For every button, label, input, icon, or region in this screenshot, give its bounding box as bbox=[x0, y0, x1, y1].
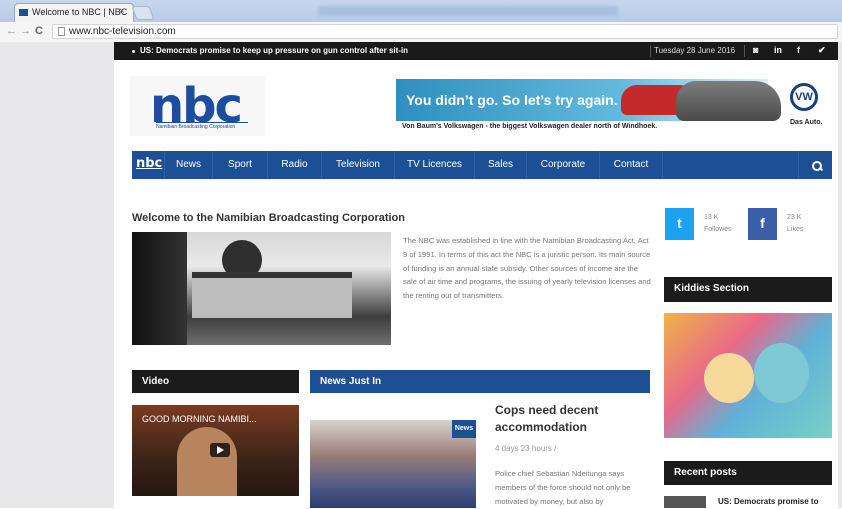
recent-post-link[interactable]: US: Democrats promise to bbox=[718, 496, 832, 507]
kiddies-cartoon-image[interactable] bbox=[664, 313, 832, 438]
twitter-bird-icon: t bbox=[677, 215, 682, 231]
nav-item-radio[interactable]: Radio bbox=[267, 151, 321, 179]
news-article-title[interactable]: Cops need decent accommodation bbox=[495, 402, 645, 436]
current-date: Tuesday 28 June 2016 bbox=[654, 46, 736, 55]
facebook-count: 23 K bbox=[787, 214, 802, 221]
recent-posts-header: Recent posts bbox=[664, 461, 832, 485]
search-icon-handle bbox=[818, 166, 824, 172]
kiddies-section-header: Kiddies Section bbox=[664, 277, 832, 302]
right-gutter bbox=[838, 42, 842, 508]
nav-home-logo[interactable]: nbc bbox=[136, 156, 162, 171]
twitter-icon[interactable]: ✔ bbox=[818, 45, 826, 56]
facebook-label: Likes bbox=[787, 226, 804, 233]
reload-icon[interactable]: C bbox=[35, 25, 43, 37]
page-icon bbox=[58, 27, 65, 36]
back-arrow-icon[interactable]: ← bbox=[6, 25, 17, 37]
browser-tab[interactable]: Welcome to NBC | NBC × bbox=[14, 3, 134, 22]
nav-item-corporate[interactable]: Corporate bbox=[526, 151, 599, 179]
new-tab-button[interactable] bbox=[131, 6, 155, 20]
photo-foliage bbox=[132, 232, 187, 345]
twitter-count: 13 K bbox=[704, 214, 719, 221]
photo-building bbox=[192, 272, 352, 318]
video-presenter bbox=[177, 427, 237, 496]
ad-subline: Von Baum's Volkswagen - the biggest Volk… bbox=[402, 123, 658, 130]
tab-title: Welcome to NBC | NBC bbox=[32, 7, 128, 17]
url-text: www.nbc-television.com bbox=[69, 26, 176, 37]
welcome-title: Welcome to the Namibian Broadcasting Cor… bbox=[132, 212, 405, 224]
facebook-f-icon: f bbox=[760, 215, 765, 231]
browser-tab-strip: Welcome to NBC | NBC × bbox=[0, 0, 842, 22]
video-title: GOOD MORNING NAMIBI... bbox=[142, 414, 257, 424]
video-player-thumbnail[interactable]: GOOD MORNING NAMIBI... bbox=[132, 405, 299, 496]
twitter-label: Followes bbox=[704, 226, 732, 233]
nbc-building-photo bbox=[132, 232, 391, 345]
divider bbox=[650, 45, 651, 57]
ticker-headline-link[interactable]: US: Democrats promise to keep up pressur… bbox=[140, 46, 408, 55]
nav-item-news[interactable]: News bbox=[164, 151, 212, 179]
recent-posts-title: Recent posts bbox=[674, 467, 737, 478]
play-icon bbox=[217, 446, 224, 454]
ticker-bullet-icon bbox=[132, 50, 135, 53]
nav-item-contact[interactable]: Contact bbox=[599, 151, 663, 179]
nav-item-television[interactable]: Television bbox=[321, 151, 394, 179]
news-category-badge[interactable]: News bbox=[452, 420, 476, 438]
nbc-logo[interactable]: nbc Namibian Broadcasting Corporation bbox=[130, 76, 265, 136]
cartoon-girl bbox=[704, 353, 754, 403]
facebook-icon[interactable]: f bbox=[797, 45, 800, 55]
ad-brand-slogan: Das Auto. bbox=[790, 119, 823, 126]
main-navigation: nbc News Sport Radio Television TV Licen… bbox=[132, 151, 832, 179]
facebook-like-button[interactable]: f bbox=[748, 208, 777, 240]
kiddies-section-title: Kiddies Section bbox=[674, 283, 750, 294]
top-ticker-bar: US: Democrats promise to keep up pressur… bbox=[114, 42, 838, 60]
logo-subtitle: Namibian Broadcasting Corporation bbox=[156, 124, 236, 130]
linkedin-icon[interactable]: in bbox=[774, 45, 782, 55]
instagram-icon[interactable]: ◙ bbox=[753, 45, 758, 55]
cartoon-creature bbox=[754, 343, 809, 403]
nbc-favicon-icon bbox=[19, 9, 28, 16]
url-input[interactable]: www.nbc-television.com bbox=[52, 24, 838, 39]
nav-item-tv-licences[interactable]: TV Licences bbox=[394, 151, 474, 179]
window-title-blur bbox=[318, 6, 618, 16]
address-bar-row: ← → C www.nbc-television.com bbox=[0, 22, 842, 43]
left-gutter bbox=[0, 42, 114, 508]
video-section-header: Video bbox=[132, 370, 299, 393]
recent-post-thumbnail[interactable] bbox=[664, 496, 706, 508]
volkswagen-ad-banner[interactable]: You didn’t go. So let’s try again. VW Da… bbox=[396, 79, 832, 133]
news-section-title: News Just In bbox=[320, 376, 382, 387]
twitter-follow-button[interactable]: t bbox=[665, 208, 694, 240]
logo-rule bbox=[156, 122, 248, 123]
welcome-description: The NBC was established in line with the… bbox=[403, 236, 651, 301]
grey-car-image bbox=[676, 81, 781, 121]
play-button[interactable] bbox=[210, 443, 230, 457]
nav-item-sales[interactable]: Sales bbox=[474, 151, 526, 179]
nav-item-sport[interactable]: Sport bbox=[212, 151, 267, 179]
news-article-timestamp: 4 days 23 hours / bbox=[495, 444, 557, 453]
forward-arrow-icon[interactable]: → bbox=[20, 25, 31, 37]
ad-headline: You didn’t go. So let’s try again. bbox=[406, 92, 618, 108]
video-section-title: Video bbox=[142, 376, 170, 387]
tab-close-icon[interactable]: × bbox=[119, 6, 125, 17]
news-article-excerpt: Police chief Sebastian Ndeitunga says me… bbox=[495, 469, 631, 506]
news-section-header: News Just In bbox=[310, 370, 650, 393]
divider bbox=[744, 45, 745, 57]
vw-logo-icon: VW bbox=[790, 83, 818, 111]
search-button[interactable] bbox=[798, 151, 833, 179]
